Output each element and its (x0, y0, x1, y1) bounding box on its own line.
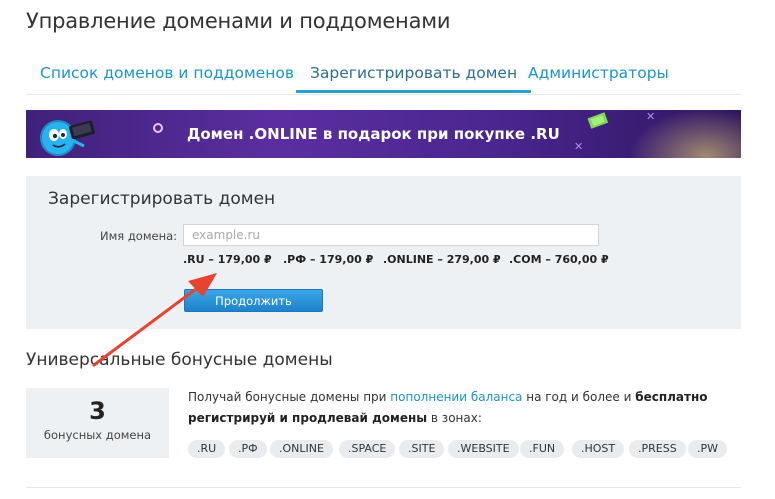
mascot-icon (40, 120, 95, 156)
banner-light-glow (616, 110, 741, 158)
register-panel-title: Зарегистрировать домен (48, 189, 276, 209)
bonus-count-label: бонусных домена (43, 428, 152, 442)
bonus-desc-text: в зонах: (427, 411, 482, 425)
tab-administrators[interactable]: Администраторы (528, 58, 669, 93)
banner-text: Домен .ONLINE в подарок при покупке .RU (187, 125, 560, 143)
bonus-description: Получай бонусные домены при пополнении б… (188, 387, 728, 429)
price-rf: .РФ – 179,00 ₽ (283, 253, 374, 266)
zone-badge: .HOST (572, 440, 625, 458)
tab-bar: Список доменов и поддоменов Зарегистриро… (26, 58, 741, 95)
bottom-divider (26, 487, 741, 488)
zone-badge: .PW (688, 440, 728, 458)
bonus-desc-text: на год и более и (522, 390, 636, 404)
banner-decor-spark: ✕ (574, 140, 584, 153)
domain-name-input[interactable] (183, 224, 599, 246)
zone-badge: .WEBSITE (448, 440, 519, 458)
zone-badge: .SPACE (339, 440, 396, 458)
promo-banner[interactable]: ✕ ✕ Домен .ONLINE в подарок при покупке … (26, 110, 741, 158)
bonus-count: 3 (89, 397, 106, 425)
banner-decor-spark: ✕ (646, 110, 656, 123)
page-title: Управление доменами и поддоменами (26, 9, 451, 33)
bonus-section-title: Универсальные бонусные домены (26, 350, 333, 370)
zone-badge: .PRESS (629, 440, 686, 458)
banner-decor-ring (153, 123, 163, 133)
register-domain-panel: Зарегистрировать домен Имя домена: .RU –… (26, 176, 741, 329)
bonus-desc-text: Получай бонусные домены при (188, 390, 391, 404)
price-com: .COM – 760,00 ₽ (509, 253, 609, 266)
domain-name-label: Имя домена: (100, 229, 178, 243)
zone-badge: .SITE (399, 440, 445, 458)
zone-badge: .FUN (520, 440, 565, 458)
zone-badge: .ONLINE (270, 440, 333, 458)
price-ru: .RU – 179,00 ₽ (183, 253, 272, 266)
tab-register-domain[interactable]: Зарегистрировать домен (296, 58, 532, 93)
price-online: .ONLINE – 279,00 ₽ (383, 253, 501, 266)
tab-domain-list[interactable]: Список доменов и поддоменов (40, 58, 294, 93)
cash-icon (587, 112, 609, 129)
top-up-balance-link[interactable]: пополнении баланса (390, 390, 522, 404)
bonus-counter: 3 бонусных домена (26, 388, 169, 458)
zone-badge: .RU (188, 440, 226, 458)
zone-badge: .РФ (229, 440, 267, 458)
continue-button[interactable]: Продолжить (184, 289, 323, 312)
